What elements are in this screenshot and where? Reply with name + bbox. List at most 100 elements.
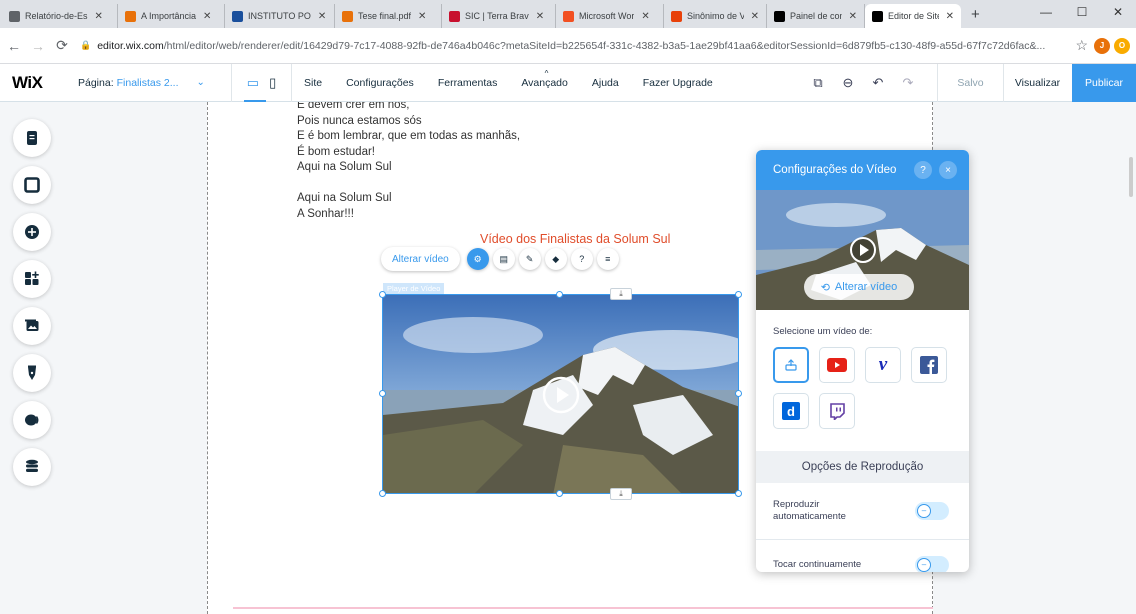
close-tab-icon[interactable]: ✕ bbox=[95, 11, 103, 22]
menu-tools[interactable]: Ferramentas bbox=[426, 77, 510, 89]
close-tab-icon[interactable]: ✕ bbox=[536, 11, 544, 22]
bookmark-star-icon[interactable]: ☆ bbox=[1075, 37, 1088, 54]
browser-tab[interactable]: INSTITUTO PO ✕ bbox=[225, 4, 335, 28]
resize-handle[interactable] bbox=[379, 490, 386, 497]
resize-handle[interactable] bbox=[379, 291, 386, 298]
menu-settings[interactable]: Configurações bbox=[334, 77, 426, 89]
browser-tab[interactable]: Relatório-de-Es ✕ bbox=[2, 4, 118, 28]
help-icon[interactable]: ? bbox=[570, 248, 593, 270]
dailymotion-source-button[interactable]: d bbox=[773, 393, 809, 429]
video-source-grid: v d bbox=[756, 337, 969, 439]
select-source-label: Selecione um vídeo de: bbox=[773, 326, 873, 337]
video-title[interactable]: Vídeo dos Finalistas da Solum Sul bbox=[480, 232, 670, 246]
close-tab-icon[interactable]: ✕ bbox=[203, 11, 211, 22]
scrollbar-thumb[interactable] bbox=[1129, 157, 1133, 197]
zoom-icon[interactable]: ⊖ bbox=[833, 75, 863, 91]
lyric-line: A Sonhar!!! bbox=[297, 207, 354, 220]
close-tab-icon[interactable]: ✕ bbox=[641, 11, 649, 22]
add-element-icon[interactable] bbox=[13, 213, 51, 251]
panel-change-video-button[interactable]: ⟲ Alterar vídeo bbox=[804, 274, 914, 300]
connect-data-icon[interactable]: ≡ bbox=[596, 248, 619, 270]
minimize-icon[interactable]: — bbox=[1028, 2, 1064, 22]
change-video-button[interactable]: Alterar vídeo bbox=[381, 247, 460, 271]
animation-icon[interactable]: ◆ bbox=[544, 248, 567, 270]
lock-icon: 🔒 bbox=[80, 40, 92, 50]
redo-icon[interactable]: ↷ bbox=[893, 75, 923, 91]
globe-icon bbox=[9, 10, 20, 22]
forward-icon[interactable]: → bbox=[28, 38, 48, 54]
vimeo-source-button[interactable]: v bbox=[865, 347, 901, 383]
add-apps-icon[interactable] bbox=[13, 260, 51, 298]
address-bar: ← → ⟳ 🔒 editor.wix.com /html/editor/web/… bbox=[0, 28, 1136, 64]
browser-tab[interactable]: SIC | Terra Brav ✕ bbox=[442, 4, 556, 28]
browser-tab[interactable]: Editor de Site ✕ bbox=[865, 4, 961, 28]
media-icon[interactable] bbox=[13, 307, 51, 345]
url-path: /html/editor/web/renderer/edit/16429d79-… bbox=[163, 39, 1046, 52]
close-tab-icon[interactable]: ✕ bbox=[418, 11, 426, 22]
publish-button[interactable]: Publicar bbox=[1072, 63, 1136, 102]
video-player[interactable] bbox=[382, 294, 739, 494]
resize-handle[interactable] bbox=[735, 490, 742, 497]
resize-handle[interactable] bbox=[379, 390, 386, 397]
browser-tab[interactable]: Painel de contr ✕ bbox=[767, 4, 865, 28]
menu-advanced[interactable]: ^ Avançado bbox=[509, 69, 580, 89]
close-window-icon[interactable]: ✕ bbox=[1100, 2, 1136, 22]
help-button[interactable]: ? bbox=[914, 161, 932, 179]
page-scrollbar[interactable] bbox=[1126, 102, 1136, 614]
upload-icon bbox=[785, 359, 797, 371]
stretch-handle-top[interactable]: ⤓ bbox=[610, 288, 632, 300]
browser-tab[interactable]: Sinônimo de Vi ✕ bbox=[664, 4, 767, 28]
design-pen-icon[interactable]: ✎ bbox=[518, 248, 541, 270]
back-icon[interactable]: ← bbox=[4, 38, 24, 54]
new-tab-button[interactable]: + bbox=[961, 4, 990, 28]
browser-tab[interactable]: Microsoft Wor ✕ bbox=[556, 4, 664, 28]
loop-toggle[interactable]: – bbox=[915, 556, 949, 572]
settings-gear-icon[interactable]: ⚙ bbox=[466, 248, 489, 270]
upload-source-button[interactable] bbox=[773, 347, 809, 383]
chat-icon[interactable] bbox=[13, 401, 51, 439]
extension-icon[interactable]: O bbox=[1114, 37, 1130, 54]
profile-avatar-icon[interactable]: J bbox=[1094, 37, 1110, 54]
reload-icon[interactable]: ⟳ bbox=[52, 37, 72, 54]
play-icon[interactable] bbox=[541, 375, 581, 415]
page-selector[interactable]: Página: Finalistas 2... ⌄ bbox=[62, 63, 232, 102]
close-tab-icon[interactable]: ✕ bbox=[318, 11, 326, 22]
layout-icon[interactable]: ▤ bbox=[492, 248, 515, 270]
section-divider bbox=[233, 607, 933, 609]
resize-handle[interactable] bbox=[735, 390, 742, 397]
url-field[interactable]: 🔒 editor.wix.com /html/editor/web/render… bbox=[80, 33, 1069, 59]
layers-icon[interactable]: ⧉ bbox=[803, 75, 833, 91]
menu-help[interactable]: Ajuda bbox=[580, 77, 631, 89]
page-label: Página: bbox=[78, 76, 114, 89]
browser-tab[interactable]: A Importância ✕ bbox=[118, 4, 225, 28]
youtube-source-button[interactable] bbox=[819, 347, 855, 383]
database-icon[interactable] bbox=[13, 448, 51, 486]
menu-site[interactable]: Site bbox=[292, 77, 334, 89]
undo-icon[interactable]: ↶ bbox=[863, 75, 893, 91]
pages-menu-icon[interactable] bbox=[13, 119, 51, 157]
resize-handle[interactable] bbox=[556, 291, 563, 298]
resize-handle[interactable] bbox=[556, 490, 563, 497]
twitch-source-button[interactable] bbox=[819, 393, 855, 429]
background-icon[interactable] bbox=[13, 166, 51, 204]
menu-upgrade[interactable]: Fazer Upgrade bbox=[631, 77, 725, 89]
desktop-icon[interactable]: ▭ bbox=[247, 75, 259, 91]
preview-button[interactable]: Visualizar bbox=[1003, 63, 1071, 102]
twitch-icon bbox=[830, 402, 845, 420]
page-value: Finalistas 2... bbox=[116, 76, 179, 89]
autoplay-toggle[interactable]: – bbox=[915, 502, 949, 520]
facebook-source-button[interactable] bbox=[911, 347, 947, 383]
mobile-icon[interactable]: ▯ bbox=[269, 75, 276, 91]
play-icon[interactable] bbox=[849, 236, 877, 264]
resize-handle[interactable] bbox=[735, 291, 742, 298]
stretch-handle-bottom[interactable]: ⤓ bbox=[610, 488, 632, 500]
blog-icon[interactable] bbox=[13, 354, 51, 392]
browser-tab[interactable]: Tese final.pdf ✕ bbox=[335, 4, 442, 28]
close-tab-icon[interactable]: ✕ bbox=[849, 11, 857, 22]
sic-icon bbox=[449, 10, 460, 22]
close-tab-icon[interactable]: ✕ bbox=[751, 11, 759, 22]
close-icon[interactable]: × bbox=[939, 161, 957, 179]
maximize-icon[interactable]: ☐ bbox=[1064, 2, 1100, 22]
facebook-icon bbox=[920, 356, 938, 374]
close-tab-icon[interactable]: ✕ bbox=[946, 11, 954, 22]
